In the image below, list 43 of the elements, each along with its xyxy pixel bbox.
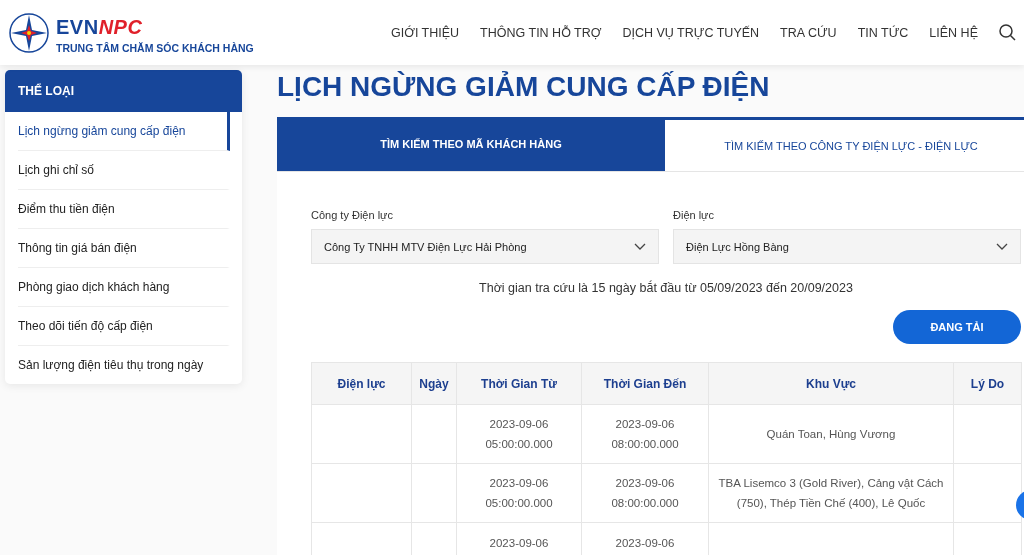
nav-link[interactable]: THÔNG TIN HỖ TRỢ [480,25,602,40]
field-label: Điện lực [673,209,715,221]
column-header: Ngày [411,362,457,405]
table-cell: 2023-09-06 08:00:00.000 [611,418,679,450]
sidebar-item[interactable]: Điểm thu tiền điện [18,190,230,229]
nav-link[interactable]: GIỚI THIỆU [390,25,460,40]
tab[interactable]: TÌM KIẾM THEO CÔNG TY ĐIỆN LỰC - ĐIỆN LỰC [665,117,1024,172]
sidebar-title: THỂ LOẠI [5,70,242,112]
table-cell: 2023-09-06 05:00:00.000 [485,418,553,450]
sidebar-item[interactable]: Phòng giao dịch khách hàng [18,268,230,307]
search-icon[interactable] [999,24,1016,41]
sidebar-item[interactable]: Thông tin giá bán điện [18,229,230,268]
chevron-down-icon [996,243,1008,250]
select-field[interactable]: Công Ty TNHH MTV Điện Lực Hải Phòng [311,229,659,264]
table-cell: Quán Toan, Hùng Vương [766,428,896,440]
tagline: TRUNG TÂM CHĂM SÓC KHÁCH HÀNG [56,42,254,54]
column-header: Thời Gian Đến [581,362,709,405]
sidebar-item[interactable]: Sản lượng điện tiêu thụ trong ngày [18,346,230,384]
table-cell: 2023-09-06 08:00:00.000 [611,477,679,509]
column-header: Điện lực [311,362,412,405]
logo-icon [8,11,50,54]
page-title: LỊCH NGỪNG GIẢM CUNG CẤP ĐIỆN [277,70,771,104]
table-cell: TBA Lisemco 3 (Gold River), Cảng vật Cách (750), Thép Tiền Chế (400), Lê Quốc [718,477,944,509]
nav-link[interactable]: TIN TỨC [857,25,909,40]
sidebar-item[interactable]: Lịch ngừng giảm cung cấp điện [18,112,230,151]
range-note: Thời gian tra cứu là 15 ngày bắt đầu từ 05/09/2023 đến 20/09/2023 [478,281,854,295]
nav-link[interactable]: TRA CỨU [780,25,837,40]
nav-link[interactable]: LIÊN HỆ [929,25,978,40]
table-cell: 2023-09-06 05:00:00.000 [485,477,553,509]
sidebar-item[interactable]: Lịch ghi chỉ số [18,151,230,190]
nav-link[interactable]: DỊCH VỤ TRỰC TUYẾN [622,25,760,40]
brand-name: EVNNPC [56,17,144,37]
tab[interactable]: TÌM KIẾM THEO MÃ KHÁCH HÀNG [277,117,665,172]
select-field[interactable]: Điện Lực Hồng Bàng [673,229,1021,264]
field-label: Công ty Điện lực [311,209,394,221]
column-header: Thời Gian Từ [456,362,582,405]
load-button[interactable]: ĐANG TẢI [893,310,1021,344]
table-cell: 2023-09-06 [489,537,549,549]
chevron-down-icon [634,243,646,250]
sidebar-item[interactable]: Theo dõi tiến độ cấp điện [18,307,230,346]
column-header: Khu Vực [708,362,954,405]
table-cell: 2023-09-06 [615,537,675,549]
column-header: Lý Do [953,362,1022,405]
